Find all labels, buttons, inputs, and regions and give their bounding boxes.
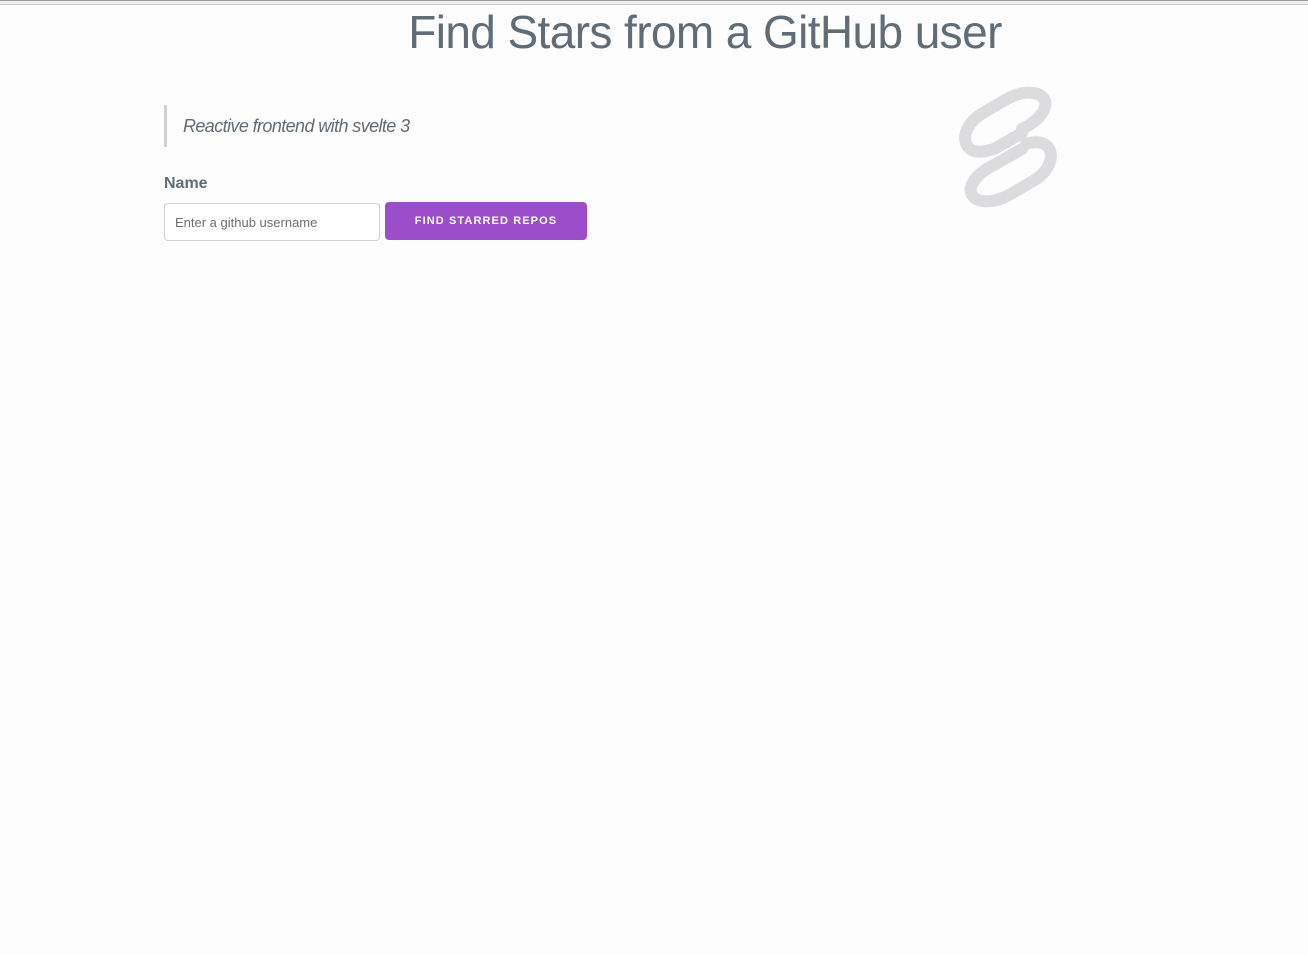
- intro-quote-text: Reactive frontend with svelte 3: [183, 115, 410, 136]
- name-label: Name: [164, 175, 208, 192]
- browser-top-border: [0, 0, 1308, 5]
- intro-quote: Reactive frontend with svelte 3: [164, 105, 410, 147]
- page-title: Find Stars from a GitHub user: [408, 6, 1002, 58]
- svelte-logo-icon: [959, 86, 1057, 208]
- username-input[interactable]: [164, 203, 380, 241]
- find-starred-repos-button[interactable]: FIND STARRED REPOS: [385, 202, 587, 240]
